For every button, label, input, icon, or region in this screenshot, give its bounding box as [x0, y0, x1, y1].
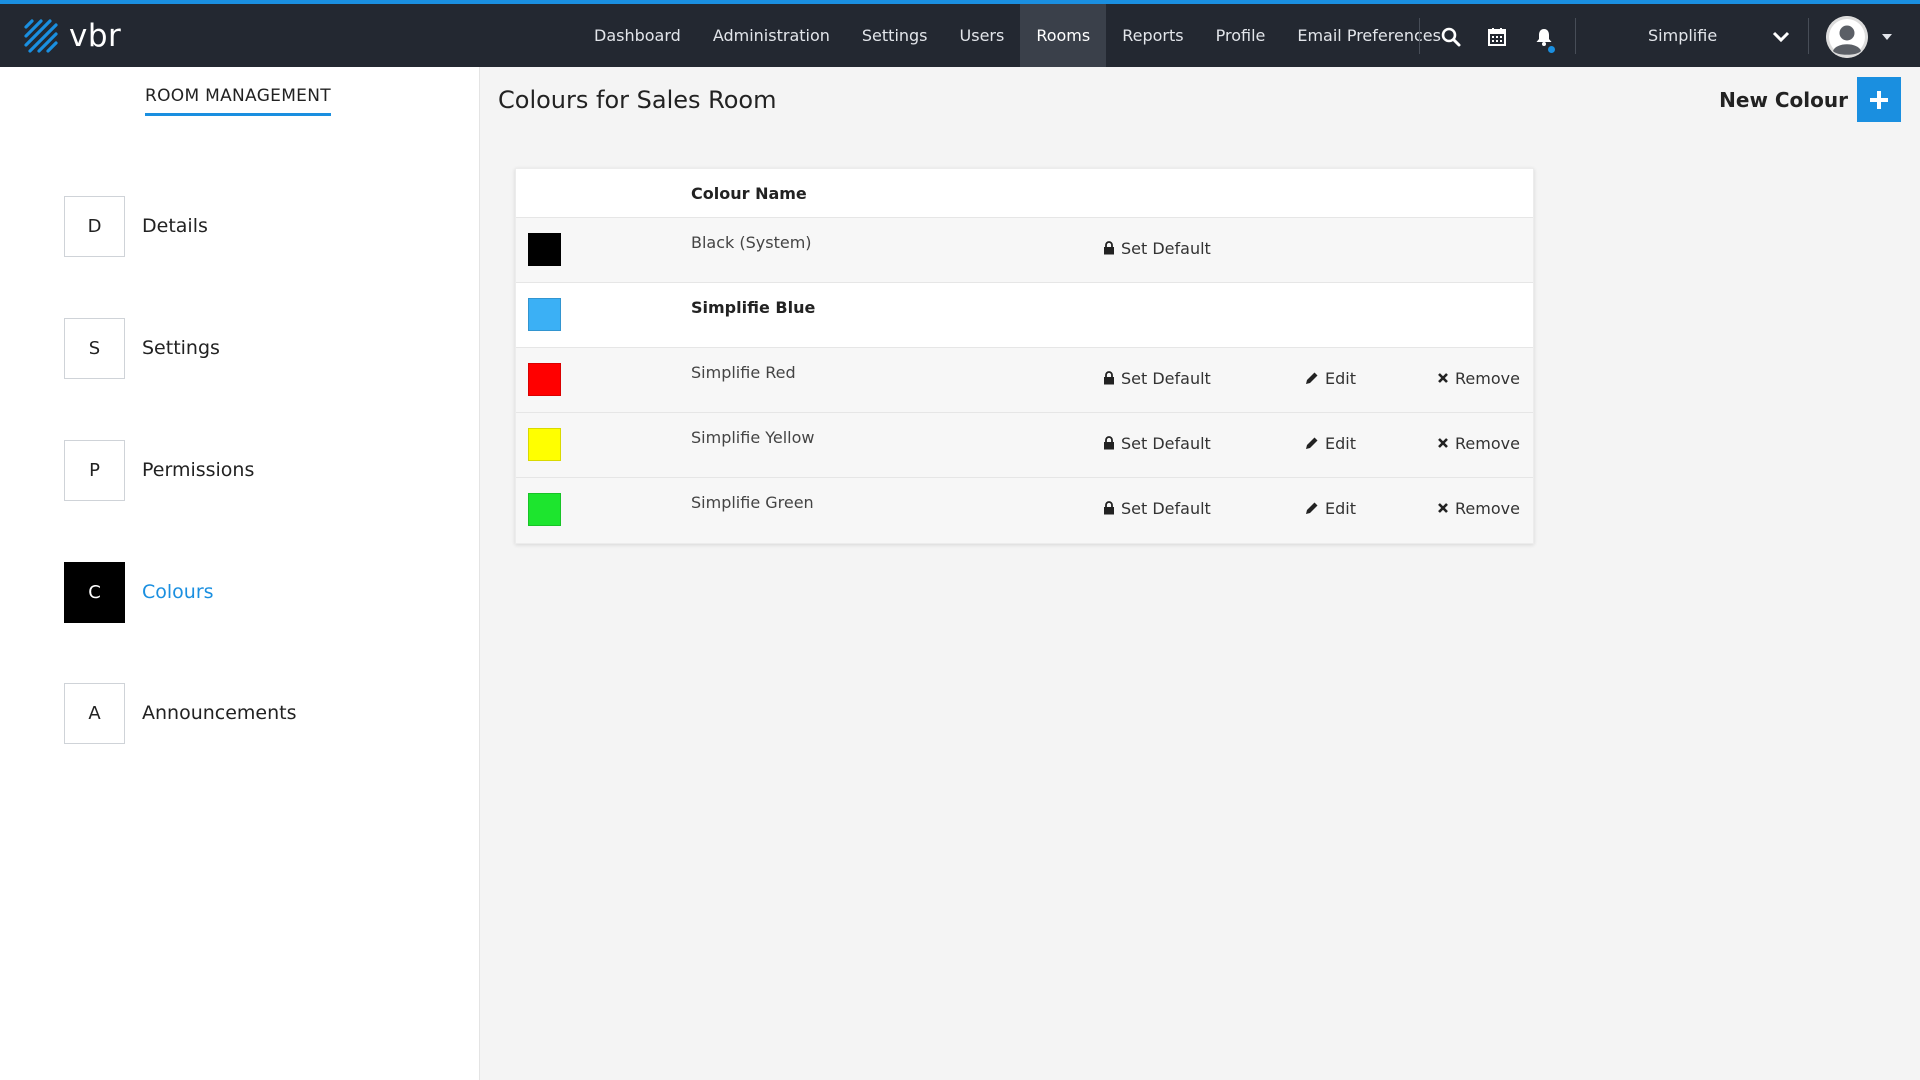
pencil-icon: [1306, 372, 1318, 384]
search-icon[interactable]: [1440, 26, 1462, 48]
sidebar-item-permissions[interactable]: P Permissions: [64, 439, 254, 501]
set-default-label: Set Default: [1121, 433, 1211, 453]
organisation-name[interactable]: Simplifie: [1648, 26, 1717, 45]
set-default-label: Set Default: [1121, 368, 1211, 388]
edit-label: Edit: [1325, 433, 1356, 453]
table-header: Colour Name: [516, 169, 1533, 218]
nav-item-email-preferences[interactable]: Email Preferences: [1281, 4, 1457, 67]
set-default-button[interactable]: Set Default: [1103, 237, 1211, 259]
brand-logo[interactable]: vbr: [22, 16, 121, 56]
nav-item-users[interactable]: Users: [944, 4, 1021, 67]
top-navigation-bar: vbr Dashboard Administration Settings Us…: [0, 0, 1920, 67]
colour-swatch: [528, 493, 561, 526]
avatar[interactable]: [1826, 16, 1868, 58]
table-row: Simplifie Green Set Default Edit Remove: [516, 478, 1533, 543]
sidebar-badge: S: [64, 317, 125, 379]
table-row: Simplifie Yellow Set Default Edit Remove: [516, 413, 1533, 478]
colour-name: Simplifie Blue: [691, 298, 816, 317]
colour-swatch: [528, 428, 561, 461]
notification-badge: [1546, 44, 1557, 55]
new-colour-label: New Colour: [1719, 87, 1848, 112]
sidebar-item-label: Announcements: [142, 702, 297, 724]
table-row: Black (System) Set Default: [516, 218, 1533, 283]
set-default-label: Set Default: [1121, 238, 1211, 258]
sidebar-item-colours[interactable]: C Colours: [64, 561, 214, 623]
colour-name: Simplifie Yellow: [691, 428, 815, 447]
remove-button[interactable]: Remove: [1437, 367, 1520, 389]
vbr-logo-icon: [24, 19, 58, 53]
colours-table: Colour Name Black (System) Set Default S…: [515, 168, 1534, 544]
nav-divider: [1808, 18, 1809, 54]
sidebar-item-settings[interactable]: S Settings: [64, 317, 220, 379]
chevron-down-icon[interactable]: [1772, 30, 1790, 44]
sidebar-item-label: Permissions: [142, 459, 255, 481]
nav-item-reports[interactable]: Reports: [1106, 4, 1199, 67]
remove-label: Remove: [1455, 433, 1520, 453]
sidebar-badge: C: [64, 561, 125, 623]
edit-button[interactable]: Edit: [1305, 432, 1356, 454]
user-avatar-icon: [1826, 16, 1868, 58]
nav-divider: [1419, 18, 1420, 54]
colour-swatch: [528, 363, 561, 396]
colour-swatch: [528, 298, 561, 331]
set-default-button[interactable]: Set Default: [1103, 432, 1211, 454]
room-management-sidebar: ROOM MANAGEMENT D Details S Settings P P…: [0, 67, 480, 1080]
sidebar-badge: P: [64, 439, 125, 501]
edit-button[interactable]: Edit: [1305, 497, 1356, 519]
lock-icon: [1104, 436, 1114, 450]
sidebar-item-label: Settings: [142, 337, 220, 359]
remove-label: Remove: [1455, 368, 1520, 388]
caret-down-icon[interactable]: [1882, 34, 1892, 40]
sidebar-badge: A: [64, 682, 125, 744]
nav-item-administration[interactable]: Administration: [697, 4, 846, 67]
remove-button[interactable]: Remove: [1437, 497, 1520, 519]
plus-icon: [1870, 90, 1888, 109]
nav-item-dashboard[interactable]: Dashboard: [578, 4, 697, 67]
sidebar-item-details[interactable]: D Details: [64, 195, 208, 257]
close-icon: [1438, 373, 1448, 383]
set-default-label: Set Default: [1121, 498, 1211, 518]
close-icon: [1438, 438, 1448, 448]
sidebar-item-label: Colours: [142, 581, 214, 603]
set-default-button[interactable]: Set Default: [1103, 497, 1211, 519]
sidebar-item-announcements[interactable]: A Announcements: [64, 682, 297, 744]
edit-label: Edit: [1325, 368, 1356, 388]
remove-button[interactable]: Remove: [1437, 432, 1520, 454]
column-header-colour-name: Colour Name: [691, 184, 807, 203]
colour-name: Simplifie Green: [691, 493, 814, 512]
calendar-icon[interactable]: [1486, 26, 1508, 48]
lock-icon: [1104, 501, 1114, 515]
page-title: Colours for Sales Room: [498, 86, 777, 114]
main-nav: Dashboard Administration Settings Users …: [578, 4, 1457, 67]
colour-name: Simplifie Red: [691, 363, 796, 382]
sidebar-title: ROOM MANAGEMENT: [145, 86, 331, 116]
remove-label: Remove: [1455, 498, 1520, 518]
table-row: Simplifie Red Set Default Edit Remove: [516, 348, 1533, 413]
brand-name: vbr: [69, 17, 122, 54]
colour-swatch: [528, 233, 561, 266]
edit-button[interactable]: Edit: [1305, 367, 1356, 389]
table-row: Simplifie Blue: [516, 283, 1533, 348]
sidebar-badge: D: [64, 195, 125, 257]
set-default-button[interactable]: Set Default: [1103, 367, 1211, 389]
nav-item-profile[interactable]: Profile: [1200, 4, 1282, 67]
new-colour-button[interactable]: New Colour: [1719, 77, 1901, 122]
close-icon: [1438, 503, 1448, 513]
add-colour-button[interactable]: [1857, 77, 1901, 122]
pencil-icon: [1306, 437, 1318, 449]
nav-item-settings[interactable]: Settings: [846, 4, 944, 67]
lock-icon: [1104, 371, 1114, 385]
pencil-icon: [1306, 502, 1318, 514]
sidebar-item-label: Details: [142, 215, 208, 237]
colour-name: Black (System): [691, 233, 812, 252]
nav-item-rooms[interactable]: Rooms: [1020, 4, 1107, 67]
nav-divider: [1575, 18, 1576, 54]
lock-icon: [1104, 241, 1114, 255]
edit-label: Edit: [1325, 498, 1356, 518]
